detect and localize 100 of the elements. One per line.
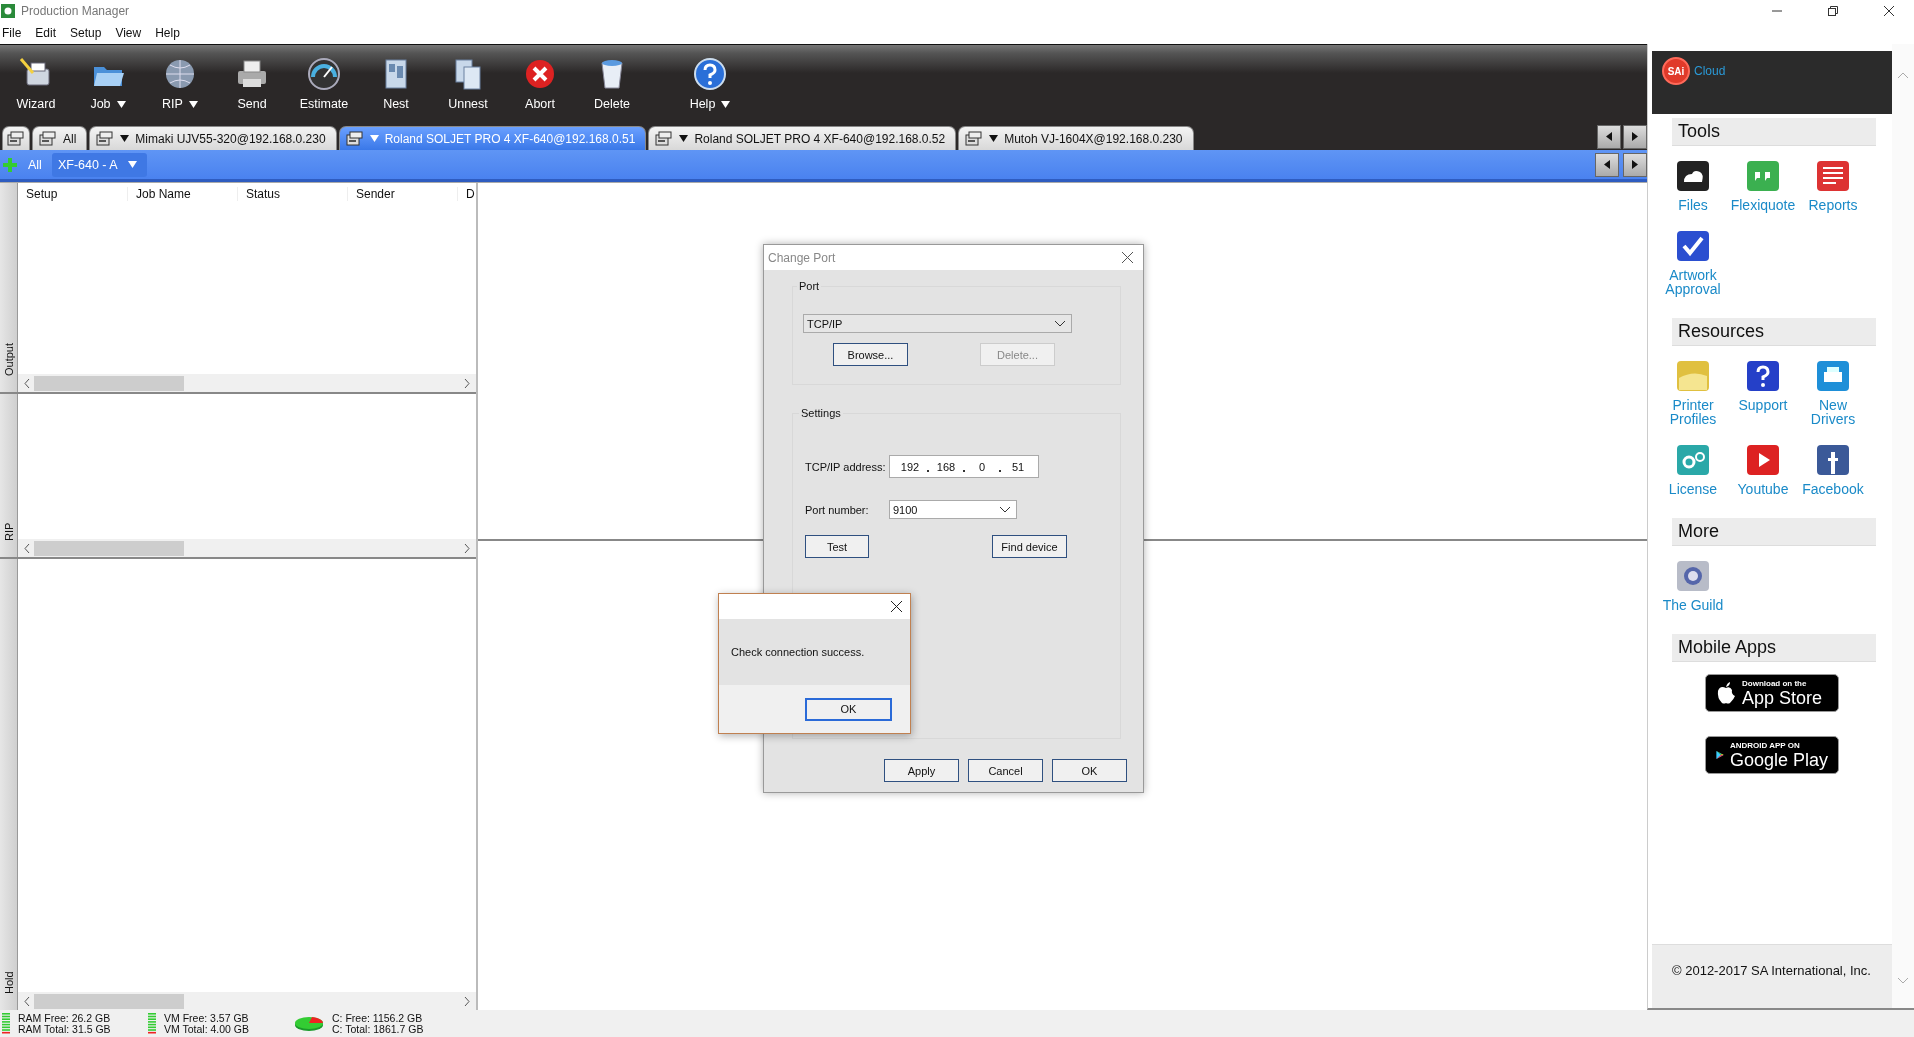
toolbar-button[interactable]: Nest — [360, 45, 432, 123]
scroll-right-button[interactable] — [1623, 152, 1647, 177]
copyright-text: © 2012-2017 SA International, Inc. — [1652, 944, 1892, 1008]
toolbar-button[interactable]: Unnest — [432, 45, 504, 123]
scroll-right-button[interactable] — [1623, 124, 1647, 149]
triangle-left-icon — [1604, 160, 1610, 169]
badge-caption: Download on the — [1742, 678, 1808, 688]
sidebar-link[interactable]: Printer Profiles — [1659, 398, 1727, 426]
toolbar-button[interactable]: Wizard — [0, 45, 72, 123]
brand-link[interactable]: Cloud — [1694, 64, 1726, 78]
toolbar-button[interactable]: Estimate — [288, 45, 360, 123]
scroll-left-button[interactable] — [1597, 124, 1621, 149]
store-badge[interactable]: ANDROID APP ON Google Play — [1705, 736, 1839, 774]
chevron-down-icon — [1898, 978, 1908, 984]
status-text: RAM Free: 26.2 GB — [18, 1012, 112, 1024]
test-button[interactable]: Test — [805, 535, 869, 558]
quote-icon — [1746, 160, 1780, 194]
chevron-left-icon — [24, 996, 30, 1006]
toolbar-button[interactable]: Send — [216, 45, 288, 123]
sidebar-link[interactable]: Reports — [1799, 198, 1867, 212]
port-number-dropdown[interactable]: 9100 — [889, 500, 1017, 519]
abort-icon — [523, 57, 557, 91]
sidebar-link[interactable]: New Drivers — [1799, 398, 1867, 426]
window-title: Production Manager — [21, 4, 130, 18]
question-icon — [1746, 360, 1780, 394]
column-header[interactable]: Sender — [348, 187, 458, 201]
printer-tab[interactable]: Roland SOLJET PRO 4 XF-640@192.168.0.52 — [648, 126, 957, 150]
help-icon — [693, 57, 727, 91]
sidebar-link[interactable]: The Guild — [1659, 598, 1727, 612]
close-icon[interactable] — [1884, 6, 1894, 16]
chevron-right-icon — [464, 378, 470, 388]
section-heading: Mobile Apps — [1672, 634, 1876, 662]
chevron-left-icon — [24, 543, 30, 553]
menu-item[interactable]: File — [2, 26, 22, 40]
column-header[interactable]: Job Name — [128, 187, 238, 201]
add-printer-tab[interactable] — [2, 126, 30, 150]
horizontal-scrollbar[interactable] — [18, 374, 476, 392]
close-icon[interactable] — [1122, 252, 1133, 263]
toolbar-button[interactable]: Abort — [504, 45, 576, 123]
printer-icon — [345, 130, 364, 147]
printer-tab[interactable]: Mimaki UJV55-320@192.168.0.230 — [89, 126, 337, 150]
section-heading: Resources — [1672, 318, 1876, 346]
side-tab[interactable]: Hold — [0, 559, 18, 1010]
vertical-scrollbar[interactable] — [1892, 44, 1914, 1008]
printer-icon — [39, 130, 57, 147]
memory-meter-icon — [2, 1012, 10, 1035]
close-icon[interactable] — [891, 601, 902, 612]
find-device-button[interactable]: Find device — [992, 535, 1067, 558]
ip-address-field[interactable]: 192 168 0 51 — [889, 455, 1039, 478]
badge-title: App Store — [1742, 687, 1823, 708]
horizontal-scrollbar[interactable] — [18, 539, 476, 557]
emblem-icon — [1676, 560, 1710, 594]
column-header[interactable]: Status — [238, 187, 348, 201]
printer-icon — [96, 130, 115, 147]
dialog-button[interactable]: Apply — [884, 759, 959, 782]
sidebar-link[interactable]: Youtube — [1729, 482, 1797, 496]
dialog-button[interactable]: Cancel — [968, 759, 1043, 782]
store-badge[interactable]: Download on the App Store — [1705, 674, 1839, 712]
dialog-title: Change Port — [768, 250, 836, 265]
toolbar-button[interactable]: Delete — [576, 45, 648, 123]
status-text: VM Free: 3.57 GB — [164, 1012, 250, 1024]
column-header[interactable]: Setup — [18, 187, 128, 201]
scroll-left-button[interactable] — [1595, 152, 1619, 177]
chevron-right-icon — [464, 543, 470, 553]
sidebar-link[interactable]: Support — [1729, 398, 1797, 412]
printer-tab[interactable]: All — [32, 126, 88, 150]
dialog-button[interactable]: OK — [1052, 759, 1127, 782]
sidebar-link[interactable]: Artwork Approval — [1659, 268, 1727, 296]
status-text: C: Total: 1861.7 GB — [332, 1023, 425, 1035]
chevron-down-icon — [1000, 506, 1010, 513]
queue-tab[interactable]: XF-640 - A — [51, 152, 147, 177]
sidebar-link[interactable]: License — [1659, 482, 1727, 496]
menu-item[interactable]: View — [115, 26, 142, 40]
toolbar-button[interactable]: Help — [662, 45, 758, 123]
column-header[interactable]: D — [458, 187, 472, 201]
menu-item[interactable]: Help — [155, 26, 180, 40]
group-label: Settings — [800, 407, 842, 419]
side-tab[interactable]: RIP — [0, 394, 18, 557]
toolbar-button[interactable]: RIP — [144, 45, 216, 123]
dialog-button[interactable]: Browse... — [833, 343, 908, 366]
printer-icon — [7, 130, 25, 147]
memory-meter-icon — [148, 1012, 156, 1035]
printer-tab[interactable]: Mutoh VJ-1604X@192.168.0.230 — [958, 126, 1194, 150]
video-icon — [1746, 444, 1780, 478]
port-type-dropdown[interactable]: TCP/IP — [803, 314, 1072, 333]
menu-item[interactable]: Setup — [70, 26, 102, 40]
section-heading: Tools — [1672, 118, 1876, 146]
restore-icon[interactable] — [1828, 6, 1838, 16]
ok-button[interactable]: OK — [805, 697, 892, 721]
printer-icon — [1816, 360, 1850, 394]
logo: SAi — [1662, 57, 1690, 85]
sidebar-link[interactable]: Flexiquote — [1729, 198, 1797, 212]
sidebar-link[interactable]: Files — [1659, 198, 1727, 212]
toolbar-button[interactable]: Job — [72, 45, 144, 123]
side-tab[interactable]: Output — [0, 183, 18, 392]
menu-item[interactable]: Edit — [35, 26, 57, 40]
gears-icon — [1676, 444, 1710, 478]
chevron-left-icon — [24, 378, 30, 388]
horizontal-scrollbar[interactable] — [18, 992, 476, 1010]
sidebar-link[interactable]: Facebook — [1799, 482, 1867, 496]
